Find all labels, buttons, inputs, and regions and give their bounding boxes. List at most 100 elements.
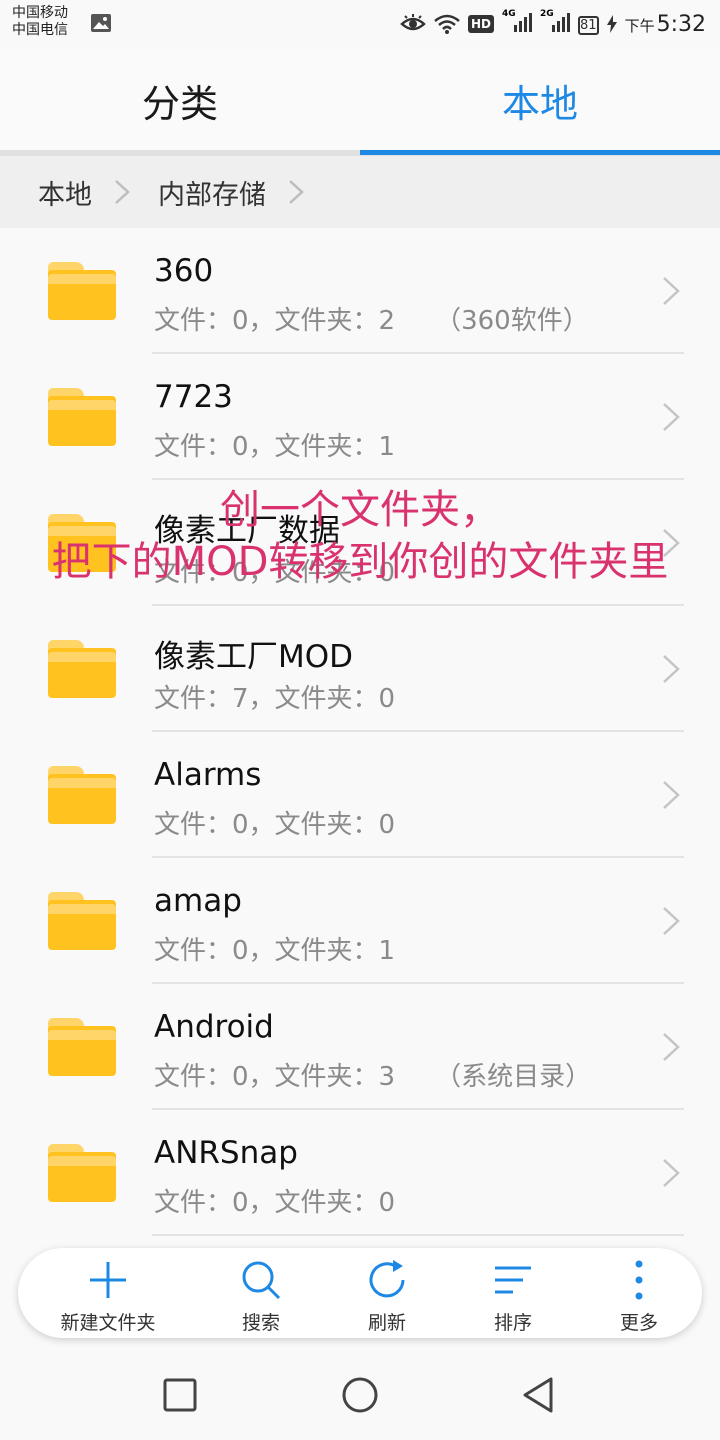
folder-note: （360软件）	[435, 306, 589, 336]
list-item[interactable]: ANRSnap 文件：0，文件夹：0	[0, 1110, 720, 1236]
folder-meta: 文件：0，文件夹：0	[154, 804, 435, 841]
home-circle-icon[interactable]	[335, 1370, 385, 1420]
carrier-1: 中国移动	[12, 5, 68, 21]
folder-meta: 文件：0，文件夹：3 （系统目录）	[154, 1056, 591, 1093]
charging-icon	[606, 15, 617, 33]
folder-name: amap	[154, 883, 242, 919]
folder-counts: 文件：0，文件夹：0	[154, 558, 396, 588]
list-item[interactable]: 像素工厂MOD 文件：7，文件夹：0	[0, 606, 720, 732]
folder-counts: 文件：0，文件夹：1	[154, 432, 396, 462]
folder-name: Android	[154, 1009, 274, 1045]
gallery-notification-icon	[91, 14, 111, 32]
folder-counts: 文件：0，文件夹：0	[154, 1188, 396, 1218]
folder-meta: 文件：0，文件夹：0	[154, 552, 435, 589]
list-item[interactable]: 像素工厂数据文件：0，文件夹：0	[0, 480, 720, 606]
folder-name: 像素工厂MOD	[154, 639, 354, 675]
sort-label: 排序	[493, 1312, 532, 1334]
clock-time: 5:32	[656, 11, 706, 37]
folder-icon	[48, 892, 116, 950]
bottom-toolbar: 新建文件夹 搜索 刷新 排序 更多	[18, 1248, 702, 1338]
folder-icon	[48, 262, 116, 320]
folder-note: （系统目录）	[435, 1062, 592, 1092]
folder-name: Alarms	[154, 757, 262, 793]
search-icon	[242, 1261, 281, 1300]
chevron-right-icon	[663, 277, 680, 305]
folder-meta: 文件：0，文件夹：1	[154, 930, 435, 967]
folder-name: 360	[154, 253, 214, 289]
refresh-label: 刷新	[367, 1312, 406, 1334]
file-list: 360 文件：0，文件夹：2 （360软件） 7723 文件：0，文件夹：1 像素工厂数据…	[0, 228, 720, 1236]
folder-icon	[48, 514, 116, 572]
folder-icon	[48, 766, 116, 824]
tab-indicator-active	[360, 150, 720, 155]
clock-period: 下午	[624, 16, 655, 35]
chevron-right-icon	[663, 1033, 680, 1061]
sort-icon	[495, 1266, 531, 1294]
folder-name: ANRSnap	[154, 1135, 298, 1171]
chevron-right-icon	[663, 403, 680, 431]
chevron-right-icon	[663, 907, 680, 935]
battery-level: 81	[578, 16, 599, 35]
system-nav-bar	[0, 1350, 720, 1440]
chevron-right-icon	[663, 1159, 680, 1187]
breadcrumb-item-internal-storage[interactable]: 内部存储	[158, 173, 266, 212]
folder-meta: 文件：0，文件夹：2 （360软件）	[154, 300, 589, 337]
folder-counts: 文件：0，文件夹：1	[154, 936, 396, 966]
list-item[interactable]: Alarms 文件：0，文件夹：0	[0, 732, 720, 858]
status-bar: 中国移动 中国电信 HD 4G 2G 81 下午5:32	[0, 0, 720, 50]
folder-counts: 文件：7，文件夹：0	[154, 684, 396, 714]
list-item[interactable]: amap 文件：0，文件夹：1	[0, 858, 720, 984]
folder-name: 像素工厂数据	[154, 513, 340, 549]
chevron-right-icon	[115, 180, 130, 204]
more-label: 更多	[619, 1312, 658, 1334]
carrier-2: 中国电信	[12, 22, 68, 38]
divider	[152, 1234, 684, 1236]
list-item[interactable]: 7723 文件：0，文件夹：1	[0, 354, 720, 480]
chevron-right-icon	[289, 180, 304, 204]
folder-meta: 文件：7，文件夹：0	[154, 678, 435, 715]
list-item[interactable]: 360 文件：0，文件夹：2 （360软件）	[0, 228, 720, 354]
breadcrumb-item-local[interactable]: 本地	[38, 173, 92, 212]
plus-icon	[90, 1262, 126, 1298]
folder-counts: 文件：0，文件夹：0	[154, 810, 396, 840]
folder-meta: 文件：0，文件夹：0	[154, 1182, 435, 1219]
folder-icon	[48, 388, 116, 446]
folder-icon	[48, 1144, 116, 1202]
refresh-button[interactable]: 刷新	[324, 1248, 450, 1338]
chevron-right-icon	[663, 529, 680, 557]
search-label: 搜索	[241, 1312, 280, 1334]
back-triangle-icon[interactable]	[515, 1370, 565, 1420]
top-tabs: 分类 本地	[0, 50, 720, 156]
signal-1-tag: 4G	[502, 9, 516, 19]
folder-icon	[48, 640, 116, 698]
tab-category[interactable]: 分类	[0, 50, 360, 150]
folder-meta: 文件：0，文件夹：1	[154, 426, 435, 463]
new-folder-button[interactable]: 新建文件夹	[18, 1248, 198, 1338]
wifi-icon	[434, 14, 460, 34]
more-button[interactable]: 更多	[576, 1248, 702, 1338]
hd-voice-badge: HD	[468, 15, 495, 33]
carrier-info: 中国移动 中国电信	[12, 5, 68, 39]
folder-counts: 文件：0，文件夹：3	[154, 1062, 396, 1092]
folder-counts: 文件：0，文件夹：2	[154, 306, 396, 336]
clock: 下午5:32	[625, 12, 706, 37]
new-folder-label: 新建文件夹	[60, 1312, 156, 1334]
sort-button[interactable]: 排序	[450, 1248, 576, 1338]
more-vertical-icon	[635, 1260, 643, 1300]
breadcrumb: 本地 内部存储	[0, 156, 720, 228]
battery-indicator: 81	[578, 14, 599, 35]
chevron-right-icon	[663, 655, 680, 683]
refresh-icon	[369, 1260, 405, 1298]
list-item[interactable]: Android 文件：0，文件夹：3 （系统目录）	[0, 984, 720, 1110]
folder-name: 7723	[154, 379, 233, 415]
signal-2-tag: 2G	[540, 9, 554, 19]
folder-icon	[48, 1018, 116, 1076]
tab-local[interactable]: 本地	[360, 50, 720, 150]
recents-square-icon[interactable]	[155, 1370, 205, 1420]
search-button[interactable]: 搜索	[198, 1248, 324, 1338]
chevron-right-icon	[663, 781, 680, 809]
status-icons: HD 4G 2G 81 下午5:32	[400, 8, 706, 40]
signal-1: 4G	[502, 9, 533, 37]
eye-comfort-icon	[400, 14, 426, 31]
signal-2: 2G	[540, 9, 571, 37]
